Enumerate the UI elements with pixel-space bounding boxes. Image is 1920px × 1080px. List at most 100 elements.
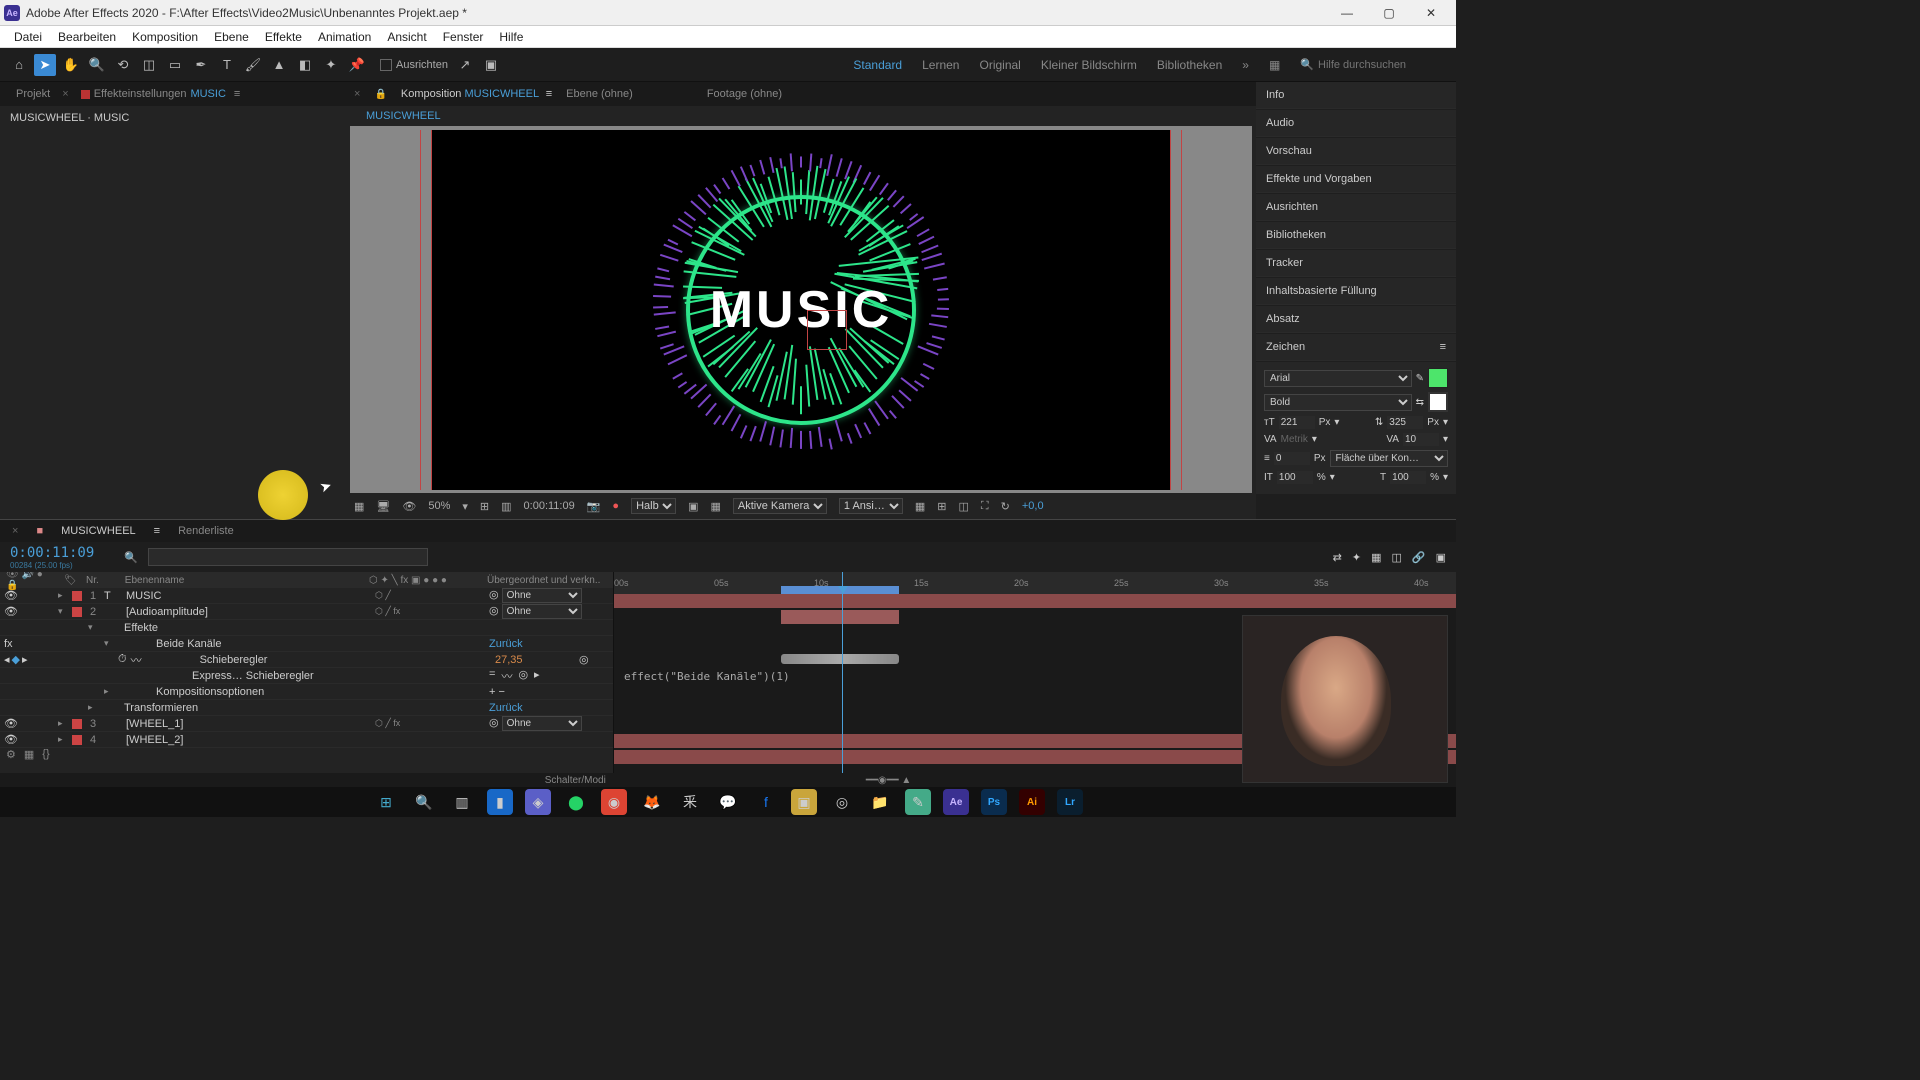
zoom-tool[interactable]: 🔍 [86, 54, 108, 76]
align-checkbox[interactable]: Ausrichten [380, 59, 448, 71]
messenger-icon[interactable]: 💬 [715, 789, 741, 815]
workspace-bibliotheken[interactable]: Bibliotheken [1157, 58, 1222, 72]
workspace-original[interactable]: Original [979, 58, 1020, 72]
facebook-icon[interactable]: f [753, 789, 779, 815]
footer-icon[interactable]: ⛶ [981, 500, 989, 513]
stopwatch-icon[interactable]: ⏱ [118, 653, 127, 666]
viewport[interactable]: MUSIC [350, 126, 1252, 493]
layer-schieberegler[interactable]: ◂◆▸ ⏱ 〰 Schieberegler 27,35 ◎ [0, 652, 613, 668]
tab-menu-icon[interactable]: ≡ [154, 525, 160, 537]
selection-handle[interactable] [807, 310, 847, 350]
resolution-select[interactable]: Halb [631, 498, 676, 514]
menu-hilfe[interactable]: Hilfe [491, 30, 531, 44]
explorer-icon[interactable]: 📁 [867, 789, 893, 815]
footer-icon[interactable]: ▦ [354, 500, 364, 513]
panel-bibliotheken[interactable]: Bibliotheken [1256, 222, 1456, 249]
menu-ansicht[interactable]: Ansicht [379, 30, 434, 44]
illustrator-icon[interactable]: Ai [1019, 789, 1045, 815]
layer-transformieren[interactable]: ▸ Transformieren Zurück [0, 700, 613, 716]
transparent-icon[interactable]: ▦ [710, 500, 720, 513]
close-button[interactable]: ✕ [1410, 1, 1452, 25]
timeline-tool-icon[interactable]: ✦ [1352, 551, 1361, 564]
menu-animation[interactable]: Animation [310, 30, 379, 44]
layer-beide-kanaele[interactable]: fx▾ Beide Kanäle Zurück [0, 636, 613, 652]
leading-field[interactable] [1387, 416, 1423, 429]
layer-row-wheel2[interactable]: 👁▸ 4 [WHEEL_2] [0, 732, 613, 748]
tab-renderliste[interactable]: Renderliste [178, 525, 234, 537]
snapshot-icon[interactable]: 📷 [587, 500, 601, 513]
snapping-icon[interactable]: ↗ [454, 54, 476, 76]
footer-icon[interactable]: ▦ [915, 500, 925, 513]
roto-tool[interactable]: ✦ [320, 54, 342, 76]
timeline-tool-icon[interactable]: 🔗 [1412, 551, 1426, 564]
text-tool[interactable]: T [216, 54, 238, 76]
next-key-icon[interactable]: ▸ [22, 653, 28, 666]
app-icon[interactable]: ◈ [525, 789, 551, 815]
keyframe-icon[interactable]: ◆ [12, 653, 20, 666]
puppet-tool[interactable]: 📌 [346, 54, 368, 76]
toggle-icon[interactable]: ▦ [24, 748, 34, 762]
track-bar-audio[interactable] [781, 610, 899, 624]
menu-fenster[interactable]: Fenster [435, 30, 492, 44]
firefox-icon[interactable]: 🦊 [639, 789, 665, 815]
workspace-standard[interactable]: Standard [853, 58, 902, 72]
app-icon[interactable]: 釆 [677, 789, 703, 815]
layer-row-music[interactable]: 👁▸ 1 T MUSIC ⬡ ╱ ◎ Ohne [0, 588, 613, 604]
refresh-icon[interactable]: ↻ [1001, 500, 1010, 513]
expr-enable-icon[interactable]: = [489, 668, 495, 684]
mask-tool[interactable]: ▣ [480, 54, 502, 76]
timeline-tab-name[interactable]: MUSICWHEEL [61, 525, 136, 537]
panel-ausrichten[interactable]: Ausrichten [1256, 194, 1456, 221]
tab-effekteinstellungen[interactable]: Effekteinstellungen MUSIC ≡ [73, 84, 249, 104]
timeline-search[interactable] [148, 548, 428, 566]
font-weight-select[interactable]: Bold [1264, 394, 1412, 411]
minimize-button[interactable]: — [1326, 1, 1368, 25]
playhead[interactable] [842, 572, 843, 773]
reset-link[interactable]: Zurück [489, 702, 609, 714]
eraser-tool[interactable]: ◧ [294, 54, 316, 76]
app-icon[interactable]: ▮ [487, 789, 513, 815]
panel-effekte-vorgaben[interactable]: Effekte und Vorgaben [1256, 166, 1456, 193]
region-icon[interactable]: ▣ [688, 500, 698, 513]
taskview-icon[interactable]: ▥ [449, 789, 475, 815]
pickwhip-icon[interactable]: ◎ [579, 653, 609, 666]
stamp-tool[interactable]: ▲ [268, 54, 290, 76]
maximize-button[interactable]: ▢ [1368, 1, 1410, 25]
home-icon[interactable]: ⌂ [8, 54, 30, 76]
menu-ebene[interactable]: Ebene [206, 30, 257, 44]
tab-menu-icon[interactable]: ≡ [234, 88, 240, 100]
timeline-tool-icon[interactable]: ▣ [1436, 551, 1446, 564]
comp-breadcrumb[interactable]: MUSICWHEEL [346, 106, 1256, 126]
footer-timecode[interactable]: 0:00:11:09 [524, 500, 575, 512]
time-ruler[interactable]: 00s 05s 10s 15s 20s 25s 30s 35s 40s [614, 572, 1456, 594]
stroke-width-field[interactable] [1274, 452, 1310, 465]
photoshop-icon[interactable]: Ps [981, 789, 1007, 815]
help-search[interactable]: 🔍 [1300, 58, 1448, 71]
camera-select[interactable]: Aktive Kamera [733, 498, 827, 514]
app-icon[interactable]: ✎ [905, 789, 931, 815]
graph-icon[interactable]: 〰 [131, 652, 142, 668]
workspace-lernen[interactable]: Lernen [922, 58, 959, 72]
panel-zeichen-header[interactable]: Zeichen ≡ [1256, 334, 1456, 361]
view-select[interactable]: 1 Ansi… [839, 498, 903, 514]
menu-effekte[interactable]: Effekte [257, 30, 310, 44]
prev-key-icon[interactable]: ◂ [4, 653, 10, 666]
timeline-timecode[interactable]: 0:00:11:09 [10, 545, 94, 561]
tab-projekt[interactable]: Projekt [8, 84, 58, 104]
app-icon[interactable]: ▣ [791, 789, 817, 815]
selection-tool[interactable]: ➤ [34, 54, 56, 76]
brush-tool[interactable]: 🖌 [242, 54, 264, 76]
panel-absatz[interactable]: Absatz [1256, 306, 1456, 333]
footer-icon[interactable]: ◫ [959, 500, 969, 513]
guides-icon[interactable]: ▥ [501, 500, 511, 513]
panel-tracker[interactable]: Tracker [1256, 250, 1456, 277]
toggle-icon[interactable]: {} [42, 748, 49, 762]
app-icon[interactable]: ◉ [601, 789, 627, 815]
panel-info[interactable]: Info [1256, 82, 1456, 109]
tab-ebene[interactable]: Ebene (ohne) [566, 88, 633, 100]
panel-audio[interactable]: Audio [1256, 110, 1456, 137]
composition-view[interactable]: MUSIC [431, 130, 1171, 490]
hscale-field[interactable] [1390, 471, 1426, 484]
fill-color-swatch[interactable] [1428, 368, 1448, 388]
lightroom-icon[interactable]: Lr [1057, 789, 1083, 815]
